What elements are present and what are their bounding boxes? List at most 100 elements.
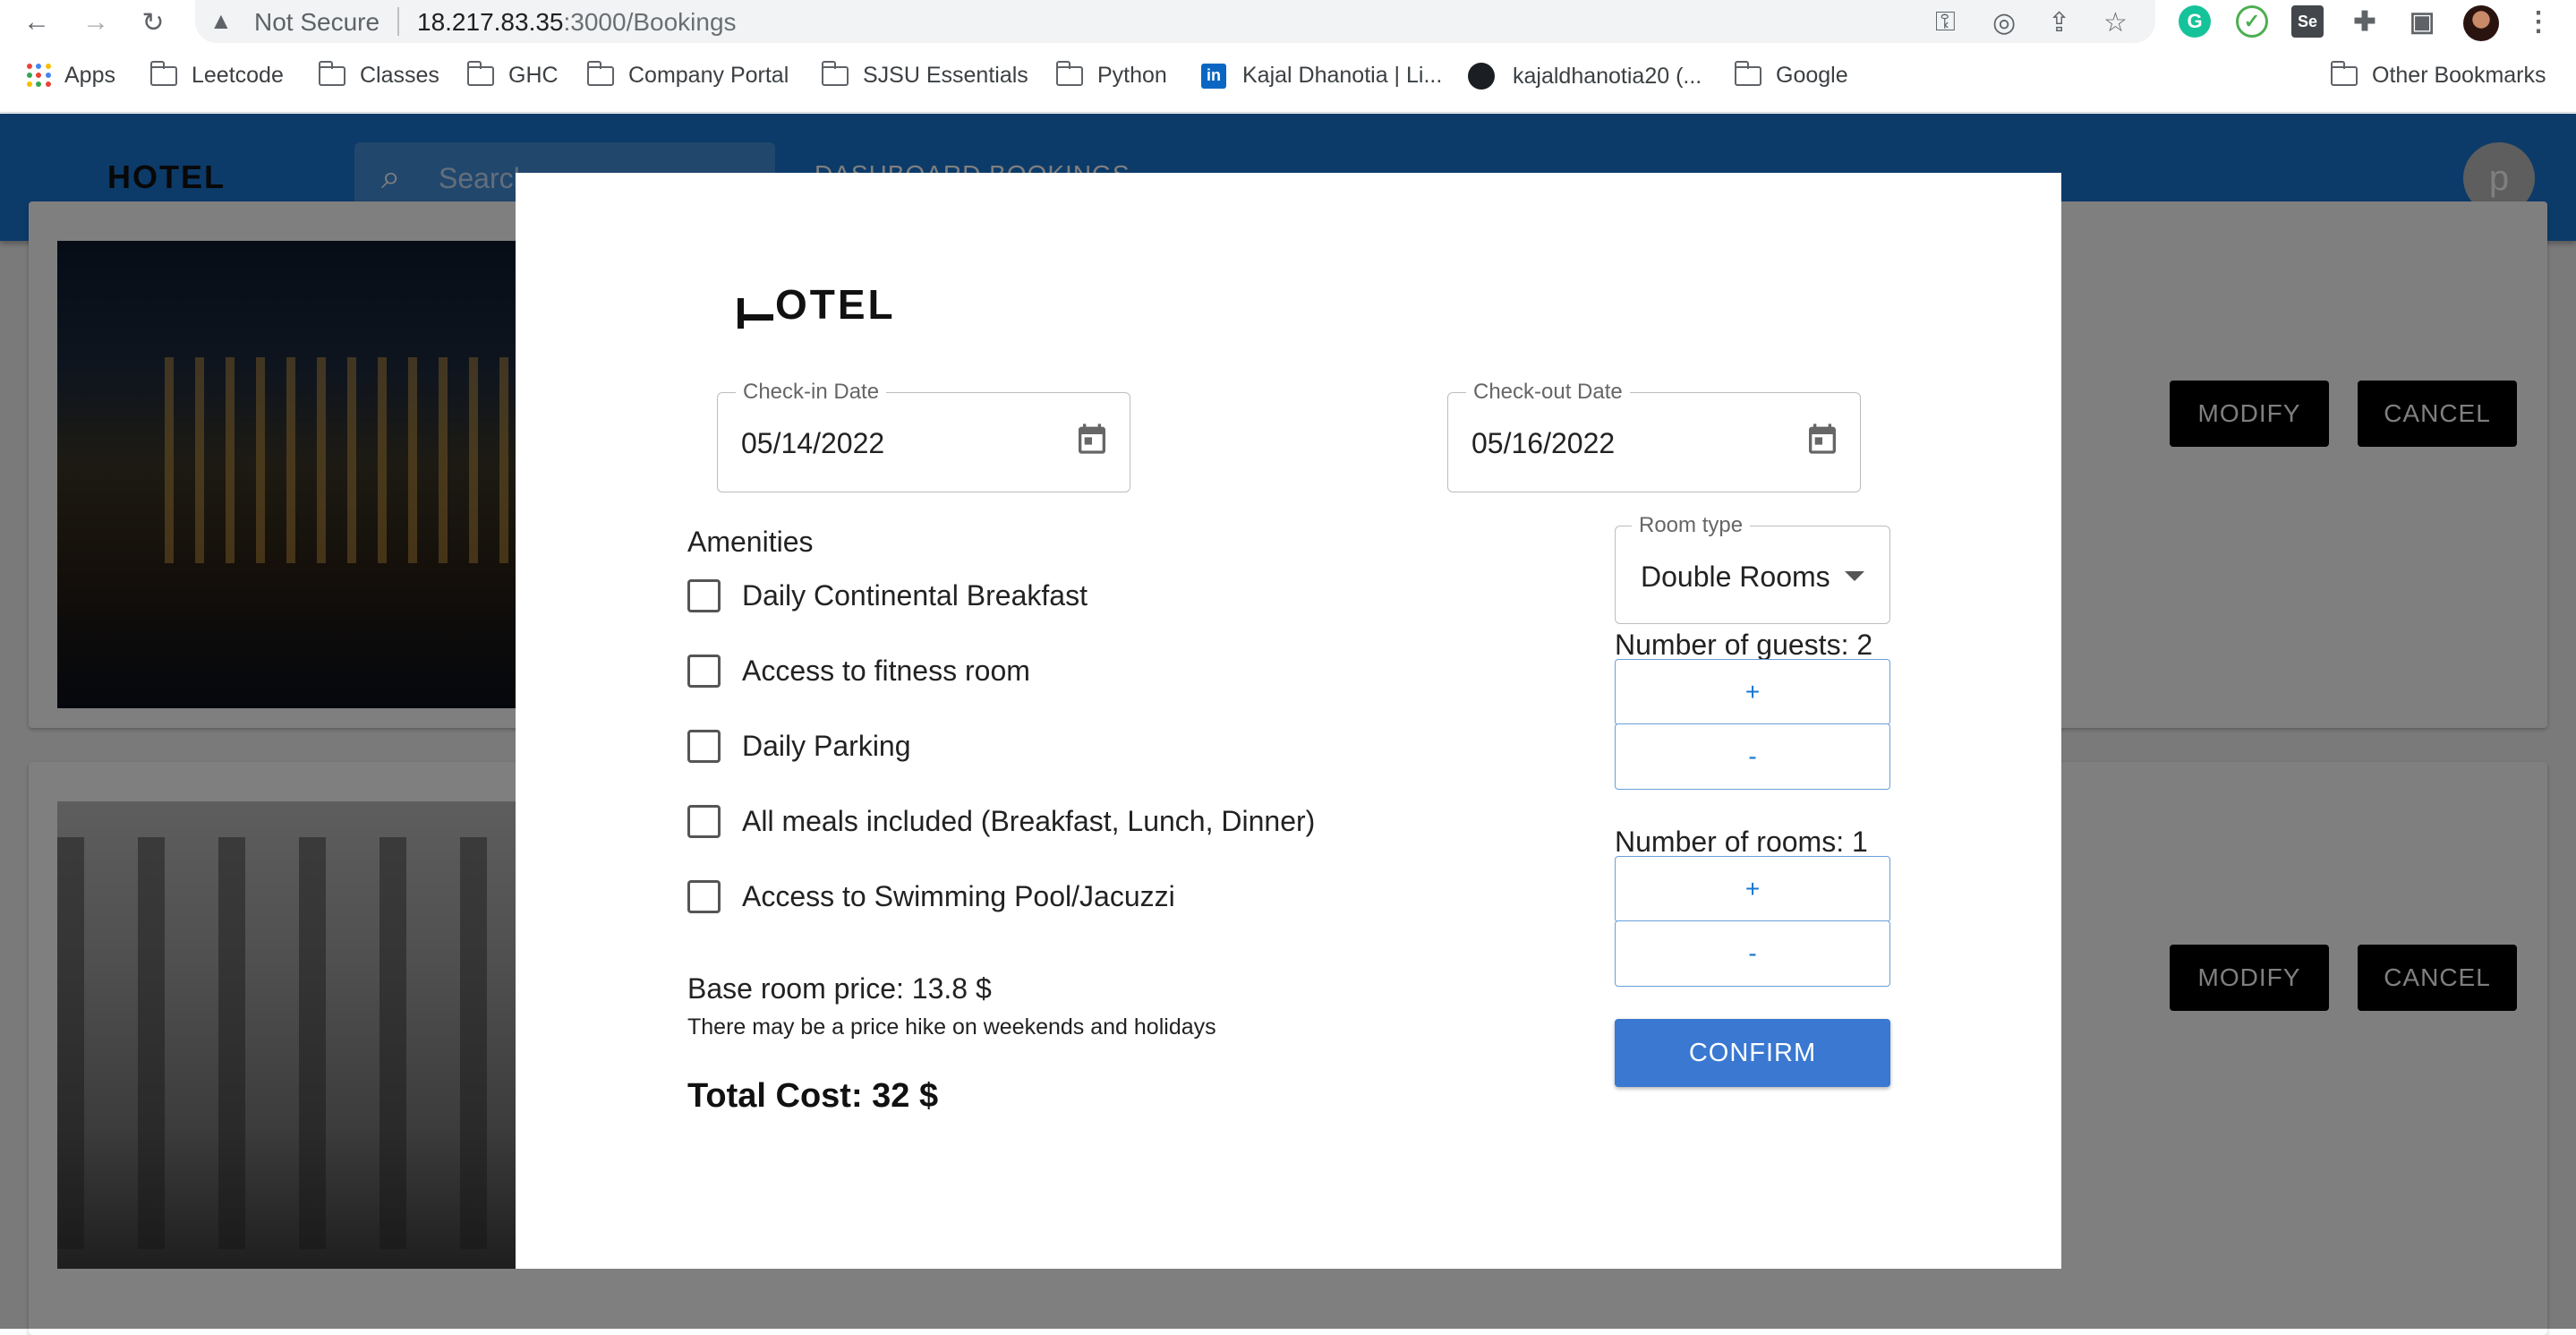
bookmark-apps[interactable]: Apps — [27, 63, 115, 89]
room-type-value: Double Rooms — [1641, 561, 1830, 593]
checkout-value: 05/16/2022 — [1471, 427, 1616, 459]
selenium-letters: Se — [2297, 12, 2318, 30]
checkbox[interactable] — [687, 730, 721, 763]
bookmark-leetcode[interactable]: Leetcode — [150, 60, 284, 89]
rooms-decrement-button[interactable]: - — [1615, 920, 1890, 987]
amenity-label: Access to Swimming Pool/Jacuzzi — [742, 880, 1175, 912]
calendar-icon[interactable] — [1074, 420, 1110, 458]
room-type-select[interactable]: Room type Double Rooms — [1615, 513, 1890, 624]
amenity-all-meals[interactable]: All meals included (Breakfast, Lunch, Di… — [687, 805, 1315, 838]
calendar-icon[interactable] — [1804, 420, 1840, 458]
apps-icon — [27, 63, 52, 89]
bookmark-label: Company Portal — [628, 63, 789, 88]
security-label: Not Secure — [254, 8, 380, 36]
amenity-label: Daily Parking — [742, 730, 911, 762]
amenity-breakfast[interactable]: Daily Continental Breakfast — [687, 579, 1088, 612]
bookmark-ghc[interactable]: GHC — [467, 60, 559, 89]
bookmark-python[interactable]: Python — [1056, 60, 1167, 89]
bookmark-label: Apps — [64, 63, 115, 88]
share-icon[interactable]: ⇪ — [2048, 7, 2070, 39]
bookmark-label: SJSU Essentials — [863, 63, 1028, 88]
amenity-label: Access to fitness room — [742, 655, 1030, 687]
checkbox[interactable] — [687, 579, 721, 612]
booking-modal: OTEL Check-in Date 05/14/2022 Check-out … — [516, 173, 2061, 1269]
bookmark-label: Leetcode — [192, 63, 284, 88]
bookmark-label: Kajal Dhanotia | Li... — [1242, 63, 1443, 88]
folder-icon — [2331, 60, 2358, 86]
amenity-pool[interactable]: Access to Swimming Pool/Jacuzzi — [687, 880, 1175, 913]
bookmark-google[interactable]: Google — [1735, 60, 1848, 89]
browser-toolbar: ← → ↻ ▲ Not Secure 18.217.83.35:3000/Boo… — [0, 0, 2576, 45]
bookmark-other[interactable]: Other Bookmarks — [2331, 60, 2546, 89]
checkbox[interactable] — [687, 805, 721, 838]
url-path: :3000/Bookings — [563, 8, 737, 36]
grammarly-letter: G — [2187, 10, 2203, 32]
sidepanel-icon[interactable]: ▣ — [2406, 5, 2438, 38]
bookmark-label: Google — [1776, 63, 1848, 88]
puzzle-icon[interactable]: ✚ — [2349, 5, 2381, 38]
bookmark-classes[interactable]: Classes — [319, 60, 439, 89]
price-note: There may be a price hike on weekends an… — [687, 1014, 1216, 1040]
bookmark-label: Classes — [360, 63, 439, 88]
folder-icon — [1735, 60, 1761, 86]
bookmark-github[interactable]: kajaldhanotia20 (... — [1468, 63, 1702, 90]
forward-icon[interactable]: → — [77, 4, 115, 41]
checkout-label: Check-out Date — [1466, 380, 1630, 405]
checkbox[interactable] — [687, 655, 721, 688]
logo-text: OTEL — [775, 281, 896, 328]
amenity-parking[interactable]: Daily Parking — [687, 730, 911, 763]
back-icon[interactable]: ← — [18, 4, 55, 41]
checkin-label: Check-in Date — [736, 380, 887, 405]
key-icon[interactable]: ⚿ — [1935, 7, 1956, 38]
bed-icon — [738, 298, 773, 329]
bookmark-linkedin[interactable]: in Kajal Dhanotia | Li... — [1201, 63, 1442, 89]
rooms-increment-button[interactable]: + — [1615, 856, 1890, 922]
warning-icon: ▲ — [209, 7, 233, 34]
amenity-fitness[interactable]: Access to fitness room — [687, 655, 1030, 688]
chevron-down-icon — [1845, 571, 1864, 581]
menu-icon[interactable]: ⋮ — [2522, 5, 2555, 38]
base-price: Base room price: 13.8 $ — [687, 972, 992, 1005]
bookmark-company-portal[interactable]: Company Portal — [587, 60, 789, 89]
folder-icon — [319, 60, 345, 86]
url-host: 18.217.83.35 — [417, 8, 564, 36]
folder-icon — [1056, 60, 1083, 86]
bookmark-label: GHC — [508, 63, 559, 88]
checkin-date-field[interactable]: Check-in Date 05/14/2022 — [717, 380, 1130, 492]
profile-avatar[interactable] — [2463, 5, 2499, 41]
bookmark-label: kajaldhanotia20 (... — [1513, 63, 1702, 89]
guests-increment-button[interactable]: + — [1615, 659, 1890, 725]
separator — [397, 7, 399, 36]
folder-icon — [587, 60, 614, 86]
folder-icon — [467, 60, 494, 86]
total-cost: Total Cost: 32 $ — [687, 1077, 939, 1115]
grammarly-icon[interactable]: G — [2179, 5, 2211, 38]
bookmarks-bar: Apps Leetcode Classes GHC Company Portal… — [0, 45, 2576, 113]
eye-off-icon[interactable]: ◎ — [1992, 7, 2016, 39]
checkout-date-field[interactable]: Check-out Date 05/16/2022 — [1447, 380, 1861, 492]
bookmark-sjsu-essentials[interactable]: SJSU Essentials — [822, 60, 1028, 89]
reload-icon[interactable]: ↻ — [134, 4, 172, 41]
check-extension-icon[interactable]: ✓ — [2236, 5, 2268, 38]
url-text[interactable]: 18.217.83.35:3000/Bookings — [417, 8, 737, 37]
amenity-label: All meals included (Breakfast, Lunch, Di… — [742, 805, 1316, 837]
amenity-label: Daily Continental Breakfast — [742, 579, 1088, 612]
guests-count-label: Number of guests: 2 — [1615, 629, 1873, 661]
checkin-value: 05/14/2022 — [741, 427, 885, 459]
guests-decrement-button[interactable]: - — [1615, 723, 1890, 790]
room-type-label: Room type — [1632, 513, 1751, 538]
folder-icon — [822, 60, 849, 86]
bookmark-label: Python — [1097, 63, 1167, 88]
linkedin-icon: in — [1201, 63, 1226, 89]
folder-icon — [150, 60, 177, 86]
selenium-icon[interactable]: Se — [2291, 5, 2324, 38]
bookmark-label: Other Bookmarks — [2372, 63, 2546, 88]
address-bar[interactable]: ▲ Not Secure 18.217.83.35:3000/Bookings … — [195, 0, 2155, 43]
github-icon — [1468, 63, 1495, 90]
amenities-title: Amenities — [687, 526, 814, 558]
star-icon[interactable]: ☆ — [2103, 7, 2128, 39]
rooms-count-label: Number of rooms: 1 — [1615, 826, 1868, 858]
confirm-button[interactable]: CONFIRM — [1615, 1019, 1890, 1087]
hotel-logo: OTEL — [738, 280, 896, 329]
checkbox[interactable] — [687, 880, 721, 913]
